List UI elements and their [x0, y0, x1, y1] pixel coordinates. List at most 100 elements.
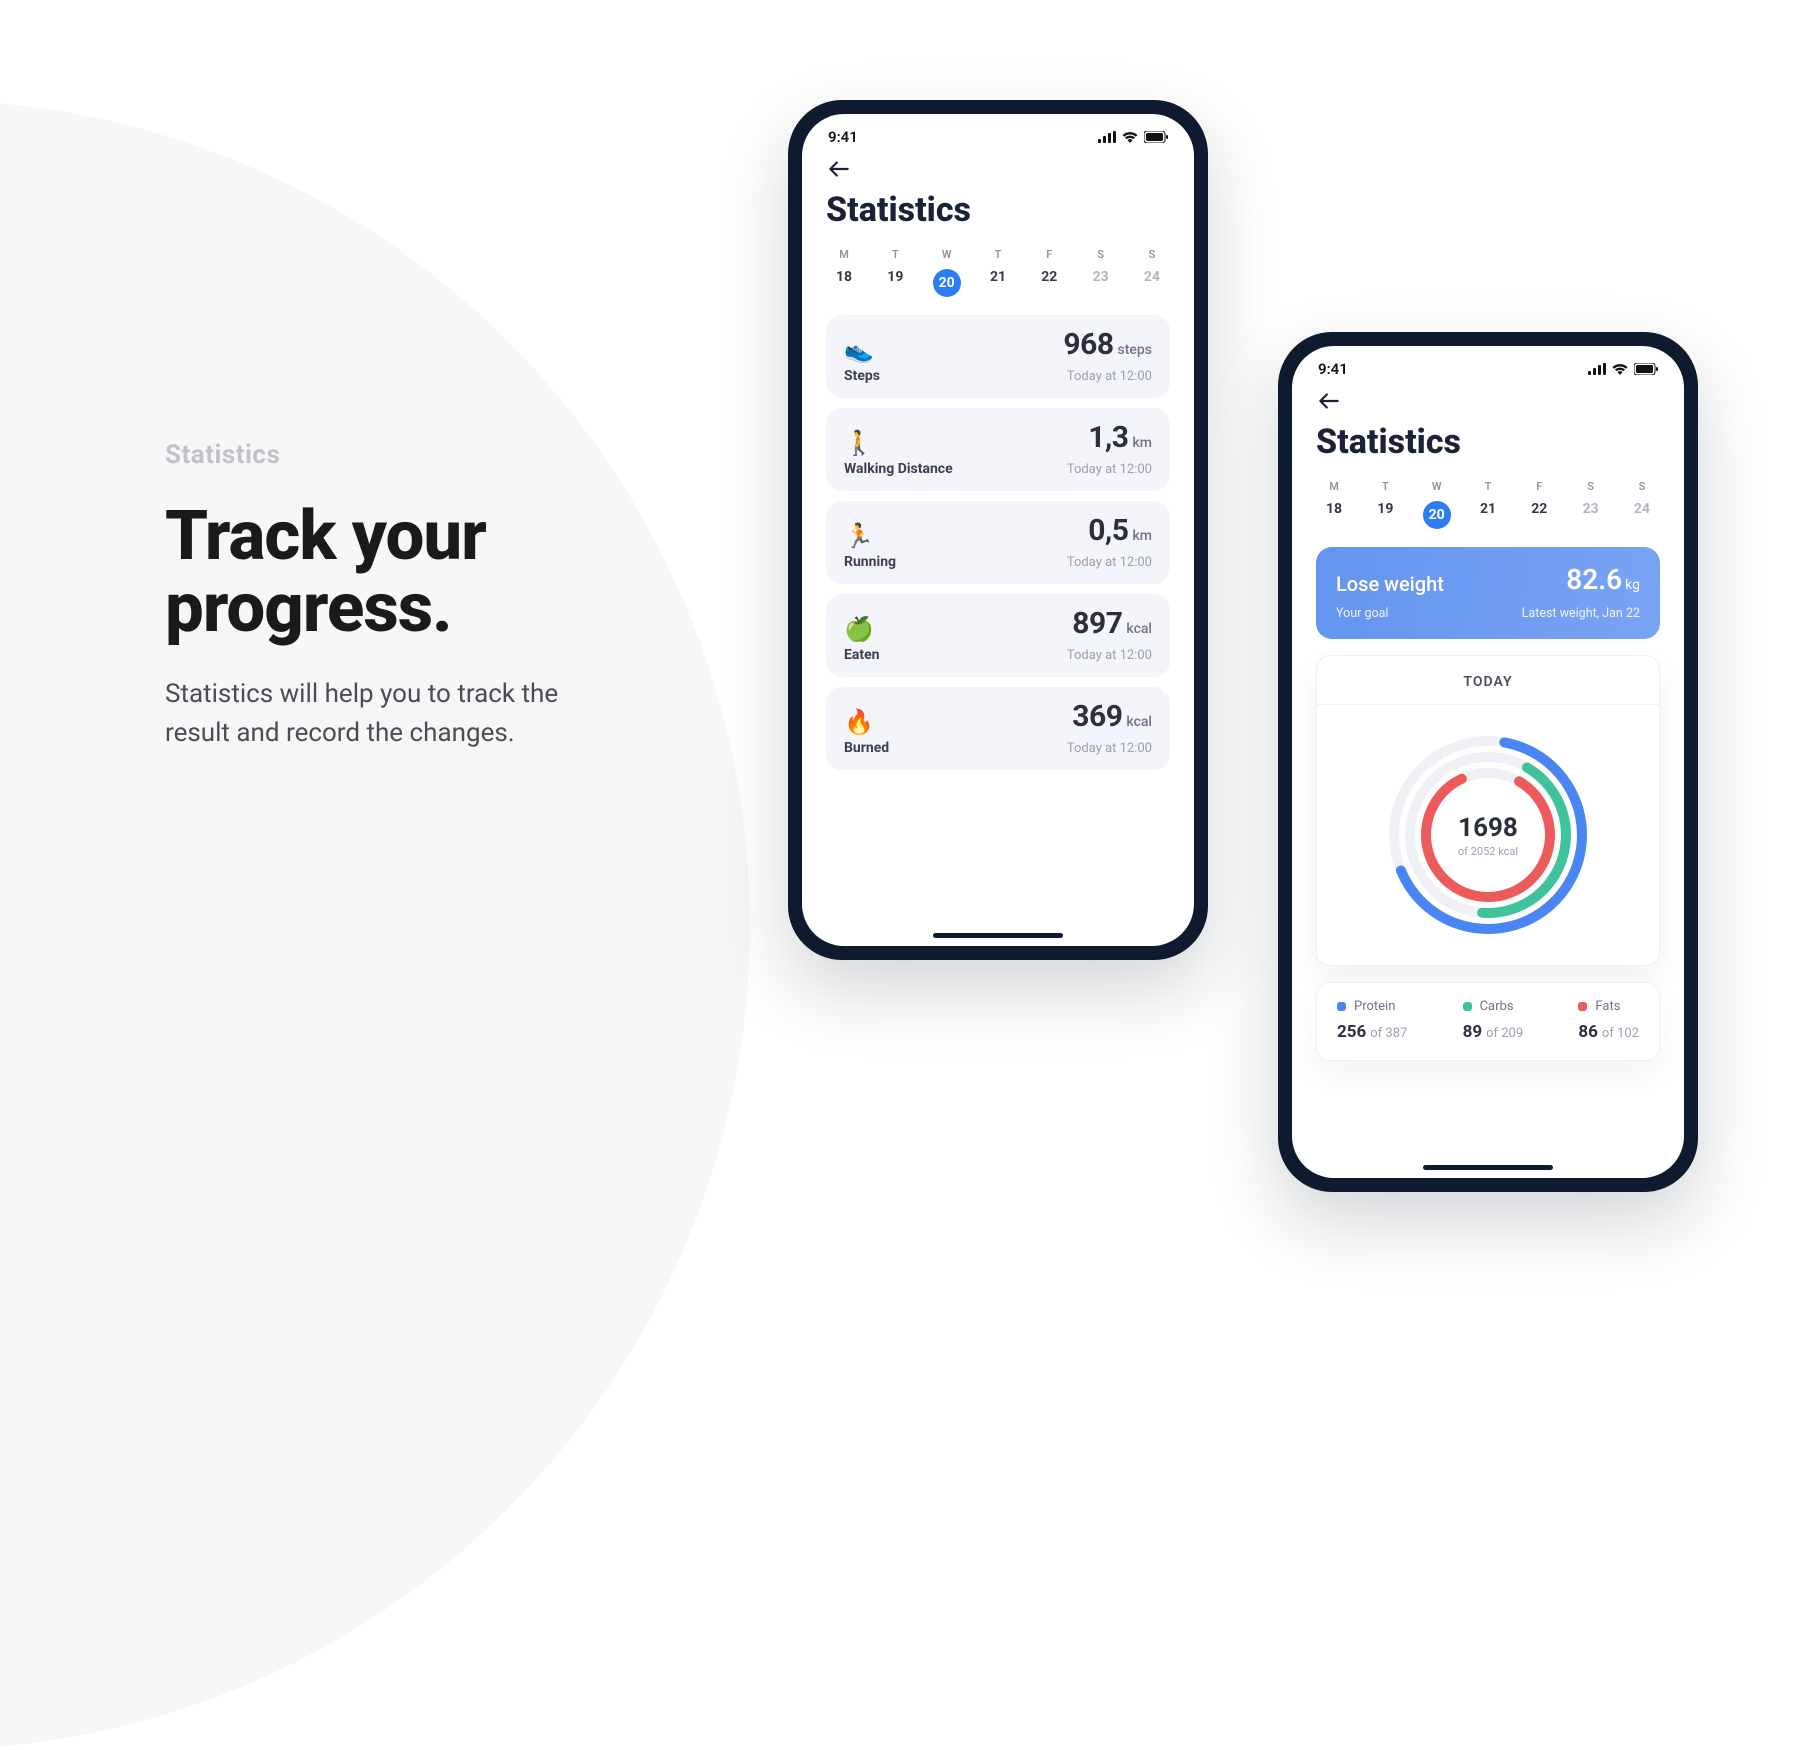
battery-icon [1634, 363, 1658, 375]
stat-value: 897 [1072, 606, 1122, 641]
back-button[interactable] [826, 156, 852, 182]
stat-card[interactable]: 🍏897kcalEatenToday at 12:00 [826, 594, 1170, 677]
stat-value-wrap: 1,3 km [1088, 420, 1152, 455]
stat-card[interactable]: 🚶1,3kmWalking DistanceToday at 12:00 [826, 408, 1170, 491]
day-column[interactable]: T 19 [1367, 480, 1403, 529]
stat-icon: 🏃 [844, 524, 874, 548]
day-column[interactable]: S23 [1083, 248, 1119, 297]
stat-unit: kcal [1126, 714, 1152, 730]
day-number: 21 [990, 269, 1006, 285]
stat-card[interactable]: 🏃0,5kmRunningToday at 12:00 [826, 501, 1170, 584]
stat-value-wrap: 968steps [1063, 327, 1152, 362]
page-title: Statistics [826, 190, 1170, 230]
goal-weight: 82.6 [1566, 563, 1622, 596]
today-header: TODAY [1317, 674, 1659, 705]
stat-card[interactable]: 🔥369kcalBurnedToday at 12:00 [826, 687, 1170, 770]
page-title: Statistics [1316, 422, 1660, 462]
today-card: TODAY 1698 of 2052 kcal [1316, 655, 1660, 966]
promo-block: Statistics Track your progress. Statisti… [165, 440, 595, 753]
day-letter: T [892, 248, 899, 261]
phone-screen: 9:41 Statistics M18 T 19 W20 T21 F22 S 23 S 24 Lo… [1292, 346, 1684, 1178]
stat-value-wrap: 897kcal [1072, 606, 1152, 641]
day-column[interactable]: W 20 [929, 248, 965, 297]
stat-icon: 🔥 [844, 710, 874, 734]
macro-label: Carbs [1480, 999, 1514, 1014]
day-number: 19 [1377, 501, 1393, 517]
day-number: 22 [1041, 269, 1057, 285]
day-letter: W [942, 248, 952, 261]
macro-value: 86 [1578, 1022, 1598, 1042]
day-letter: T [1382, 480, 1389, 493]
stat-time: Today at 12:00 [1067, 648, 1152, 663]
back-button[interactable] [1316, 388, 1342, 414]
day-number: 21 [1480, 501, 1496, 517]
carbs-dot-icon [1463, 1002, 1472, 1011]
home-indicator[interactable] [1423, 1165, 1553, 1170]
day-letter: S [1097, 248, 1104, 261]
home-indicator[interactable] [933, 933, 1063, 938]
battery-icon [1144, 131, 1168, 143]
day-column[interactable]: F 22 [1031, 248, 1067, 297]
week-selector: M18T19W20T21F22S23S24 [826, 248, 1170, 297]
goal-title: Lose weight [1336, 572, 1444, 596]
day-column[interactable]: M18 [826, 248, 862, 297]
wifi-icon [1122, 131, 1138, 143]
goal-subtitle: Your goal [1336, 606, 1388, 621]
stat-time: Today at 12:00 [1067, 462, 1152, 477]
macro-carbs: Carbs 89of 209 [1463, 999, 1524, 1042]
macro-protein: Protein 256 of 387 [1337, 999, 1407, 1042]
goal-weight-unit: kg [1625, 577, 1640, 593]
day-column[interactable]: M18 [1316, 480, 1352, 529]
donut-chart: 1698 of 2052 kcal [1317, 705, 1659, 965]
day-letter: M [839, 248, 849, 261]
stat-icon: 🚶 [844, 431, 874, 455]
stat-time: Today at 12:00 [1067, 369, 1152, 384]
day-column[interactable]: T 21 [980, 248, 1016, 297]
day-letter: T [995, 248, 1002, 261]
day-column[interactable]: T19 [877, 248, 913, 297]
day-letter: S [1587, 480, 1594, 493]
day-number: 23 [1583, 501, 1599, 517]
promo-title: Track your progress. [165, 500, 595, 645]
donut-subtext: of 2052 kcal [1458, 845, 1518, 858]
day-column[interactable]: S 24 [1624, 480, 1660, 529]
stat-value-wrap: 369kcal [1072, 699, 1152, 734]
day-column[interactable]: S 23 [1573, 480, 1609, 529]
stat-value-wrap: 0,5km [1088, 513, 1152, 548]
day-number: 24 [1634, 501, 1650, 517]
phone-mockup-stats-list: 9:41 Statistics M18T19W20T21F22S23S24 👟9… [788, 100, 1208, 960]
day-number: 24 [1144, 269, 1160, 285]
day-column[interactable]: T21 [1470, 480, 1506, 529]
status-bar: 9:41 [1292, 346, 1684, 382]
day-number: 22 [1531, 501, 1547, 517]
day-column[interactable]: F22 [1521, 480, 1557, 529]
wifi-icon [1612, 363, 1628, 375]
arrow-left-icon [826, 156, 852, 182]
status-icons [1588, 363, 1658, 375]
stat-value: 0,5 [1088, 513, 1128, 548]
day-letter: F [1046, 248, 1052, 261]
goal-weight-wrap: 82.6kg [1566, 563, 1640, 596]
stat-unit: km [1133, 435, 1153, 451]
stat-value: 968 [1063, 327, 1113, 362]
donut-value: 1698 [1458, 813, 1518, 843]
stat-time: Today at 12:00 [1067, 741, 1152, 756]
goal-meta: Latest weight, Jan 22 [1522, 606, 1640, 621]
protein-dot-icon [1337, 1002, 1346, 1011]
phone-mockup-stats-today: 9:41 Statistics M18 T 19 W20 T21 F22 S 23 S 24 Lo… [1278, 332, 1698, 1192]
stat-card[interactable]: 👟968stepsStepsToday at 12:00 [826, 315, 1170, 398]
status-icons [1098, 131, 1168, 143]
macro-of: of 387 [1370, 1026, 1407, 1041]
stat-icon: 🍏 [844, 617, 874, 641]
promo-eyebrow: Statistics [165, 440, 595, 470]
day-number: 20 [933, 269, 961, 297]
macro-value: 256 [1337, 1022, 1366, 1042]
macro-label: Protein [1354, 999, 1395, 1014]
goal-card[interactable]: Lose weight 82.6kg Your goal Latest weig… [1316, 547, 1660, 639]
stat-value: 1,3 [1088, 420, 1128, 455]
macro-value: 89 [1463, 1022, 1483, 1042]
day-column[interactable]: S24 [1134, 248, 1170, 297]
day-column[interactable]: W20 [1419, 480, 1455, 529]
cellular-icon [1098, 131, 1116, 143]
day-letter: S [1639, 480, 1646, 493]
